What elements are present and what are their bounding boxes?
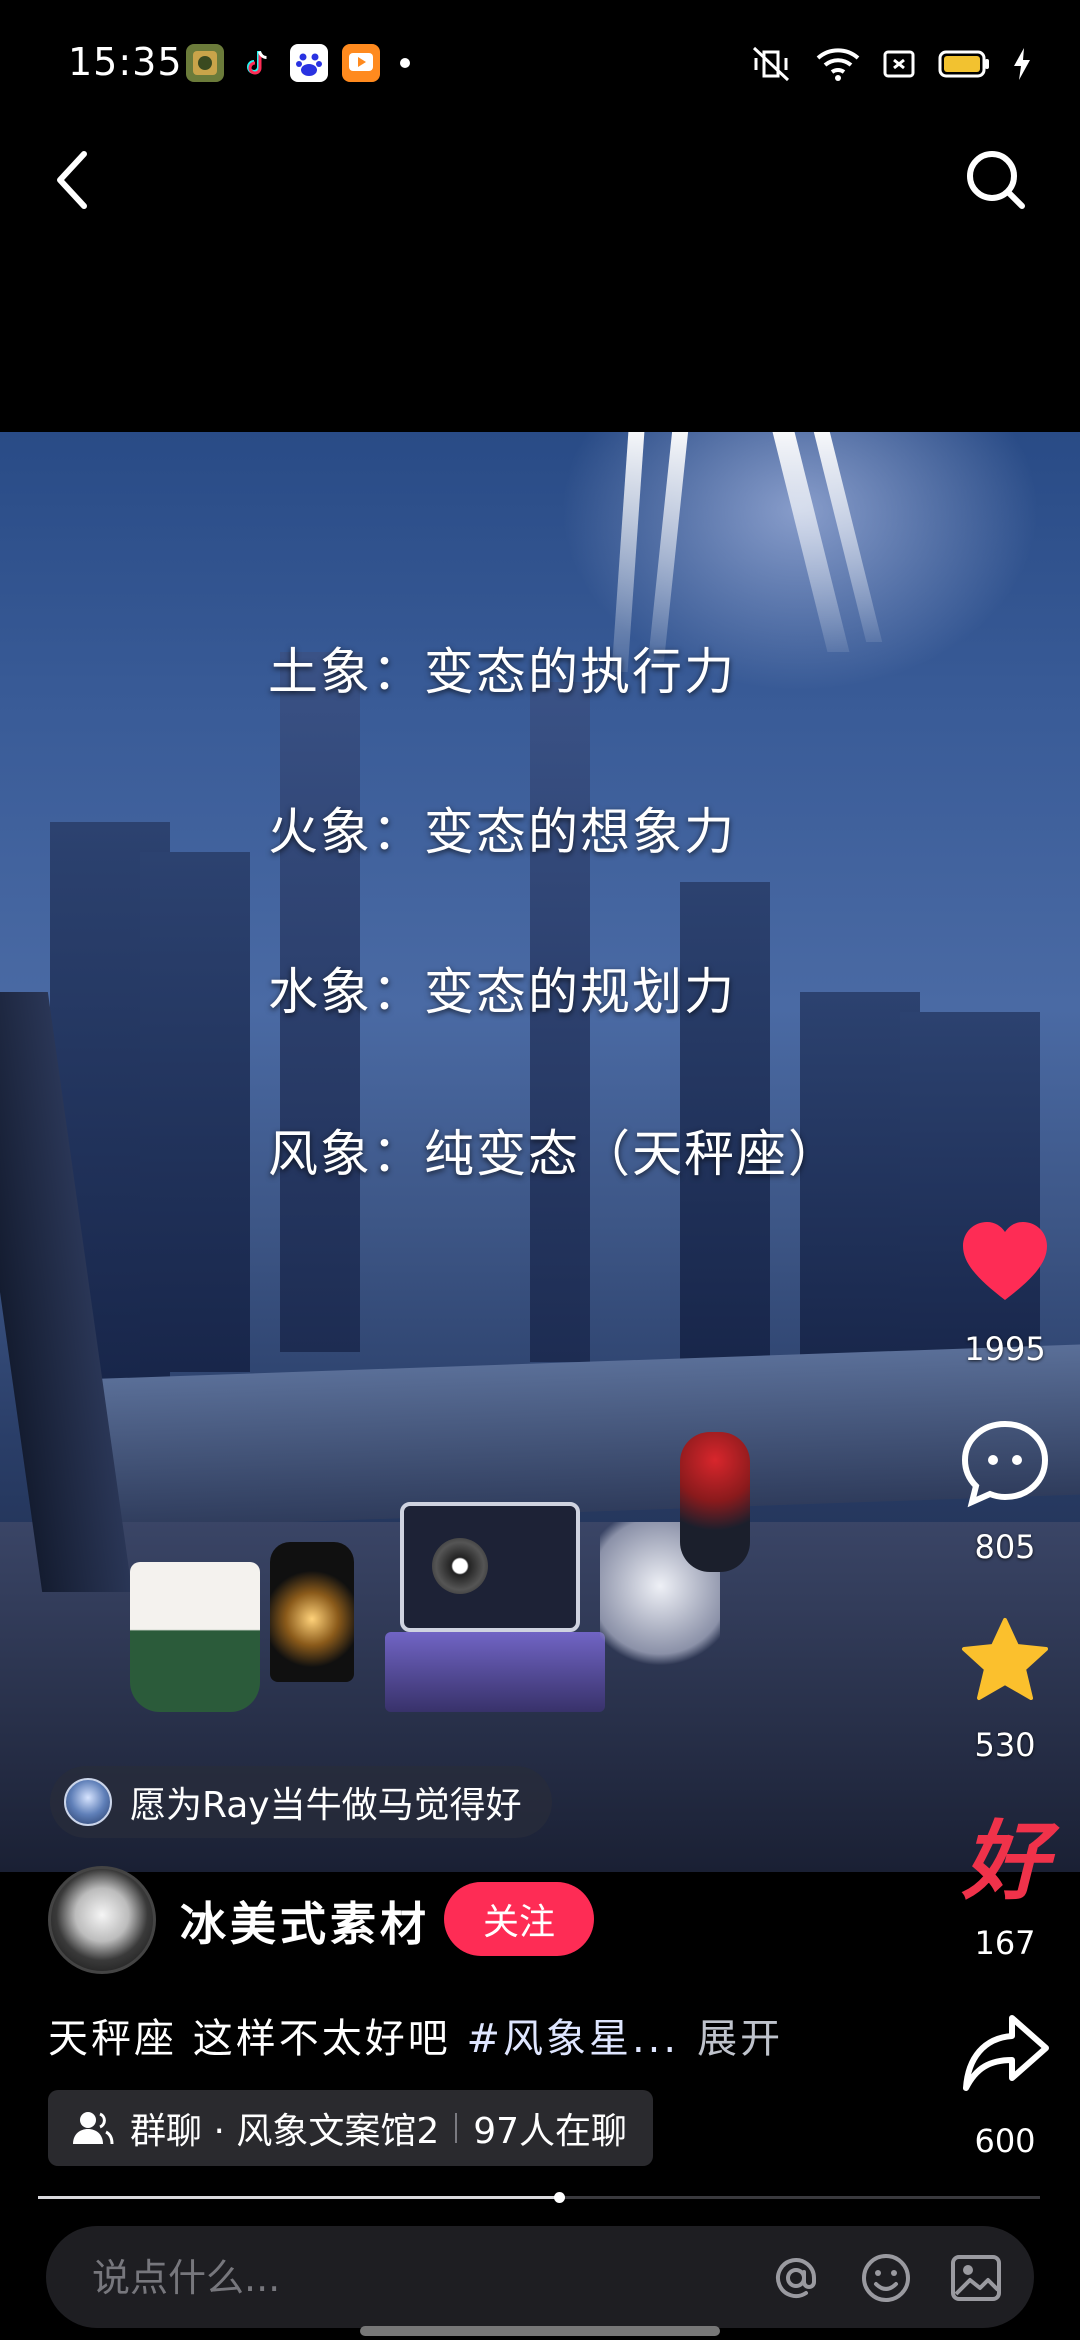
progress-fill — [38, 2196, 560, 2199]
good-label: 好 — [962, 1812, 1048, 1912]
comment-button[interactable] — [930, 1418, 1080, 1512]
favorite-button[interactable] — [930, 1616, 1080, 1708]
tiktok-icon — [238, 44, 276, 82]
image-icon[interactable] — [948, 2250, 1004, 2306]
comment-input[interactable] — [92, 2250, 692, 2306]
status-right-icons — [748, 44, 1032, 84]
chevron-left-icon[interactable] — [50, 148, 94, 212]
video-progress-bar[interactable] — [38, 2192, 1040, 2203]
like-count: 1995 — [964, 1330, 1046, 1368]
good-count: 167 — [974, 1924, 1036, 1962]
hashtag-link[interactable]: #风象星... — [466, 2016, 679, 2062]
group-chat-chip[interactable]: 群聊 · 风象文案馆2 97人在聊 — [48, 2090, 654, 2166]
comment-count: 805 — [974, 1528, 1036, 1566]
good-button[interactable]: 好 — [930, 1814, 1080, 1910]
comment-bar — [46, 2226, 1034, 2328]
progress-knob[interactable] — [554, 2192, 566, 2203]
caption-line: 土象：变态的执行力 — [268, 643, 736, 701]
wifi-icon — [816, 48, 860, 81]
tag-chip-label: 愿为Ray当牛做马觉得好 — [130, 1785, 522, 1826]
emoji-icon[interactable] — [858, 2250, 914, 2306]
share-button[interactable] — [930, 2012, 1080, 2100]
search-icon[interactable] — [964, 148, 1028, 212]
video-player[interactable]: 土象：变态的执行力 火象：变态的想象力 水象：变态的规划力 风象：纯变态（天秤座… — [0, 432, 1080, 1872]
video-description: 天秤座 这样不太好吧 #风象星... 展开 — [48, 2006, 783, 2064]
status-time: 15:35 — [68, 40, 183, 84]
game-app-icon — [186, 44, 224, 82]
baidu-icon — [290, 44, 328, 82]
status-app-icons — [186, 44, 410, 82]
author-avatar[interactable] — [48, 1866, 156, 1974]
group-users-icon — [73, 2112, 114, 2145]
related-tag-chip[interactable]: 愿为Ray当牛做马觉得好 — [50, 1766, 552, 1838]
home-indicator[interactable] — [360, 2326, 720, 2336]
at-icon[interactable] — [768, 2250, 824, 2306]
video-app-icon — [342, 44, 380, 82]
status-bar: 15:35 — [0, 0, 1080, 130]
caption-overlay: 土象：变态的执行力 火象：变态的想象力 水象：变态的规划力 风象：纯变态（天秤座… — [0, 432, 1080, 1872]
like-button[interactable] — [930, 1220, 1080, 1308]
caption-line: 水象：变态的规划力 — [268, 963, 736, 1021]
notification-dot — [400, 58, 410, 68]
heart-icon — [963, 1222, 1047, 1300]
mute-vibrate-icon — [752, 46, 790, 82]
star-icon — [962, 1618, 1048, 1700]
caption-line: 风象：纯变态（天秤座） — [268, 1125, 840, 1183]
share-arrow-icon — [963, 2015, 1049, 2091]
expand-link[interactable]: 展开 — [697, 2016, 783, 2062]
share-count: 600 — [974, 2122, 1036, 2160]
sim-card-icon — [883, 50, 915, 78]
group-label: 群聊 · 风象文案馆2 — [130, 2111, 440, 2152]
caption-line: 火象：变态的想象力 — [268, 803, 736, 861]
divider — [455, 2113, 458, 2143]
favorite-count: 530 — [974, 1726, 1036, 1764]
battery-icon — [938, 50, 989, 78]
description-text: 天秤座 这样不太好吧 — [48, 2016, 467, 2062]
comment-bubble-icon — [961, 1420, 1049, 1508]
group-members: 97人在聊 — [473, 2111, 628, 2152]
author-name[interactable]: 冰美式素材 — [180, 1888, 430, 1954]
follow-button[interactable]: 关注 — [444, 1882, 594, 1956]
avatar — [64, 1778, 112, 1826]
charging-icon — [1014, 48, 1030, 80]
